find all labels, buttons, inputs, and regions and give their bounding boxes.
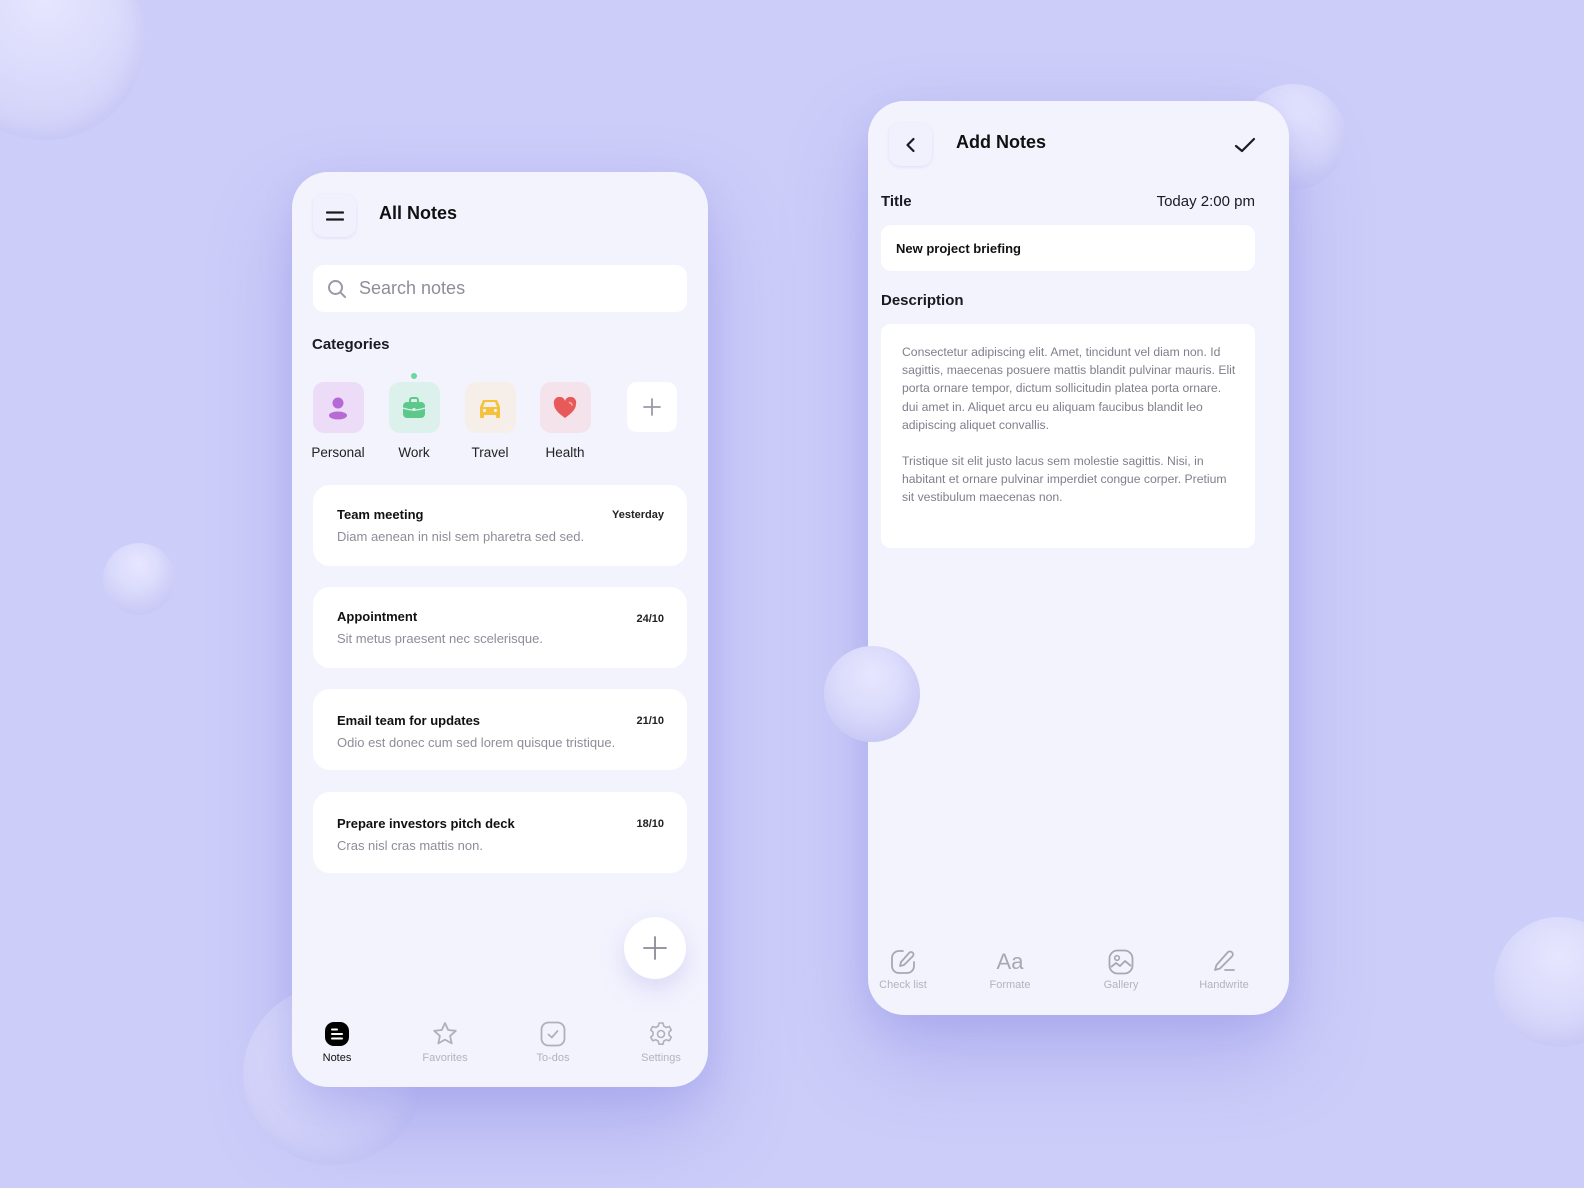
note-date: 24/10 bbox=[636, 613, 664, 625]
category-travel[interactable]: Travel bbox=[455, 382, 525, 460]
all-notes-screen: All Notes Categories Personal bbox=[292, 172, 708, 1087]
tool-format[interactable]: Aa Formate bbox=[965, 949, 1055, 991]
category-work[interactable]: Work bbox=[379, 373, 449, 460]
nav-settings[interactable]: Settings bbox=[616, 1021, 706, 1064]
plus-icon bbox=[643, 936, 667, 960]
note-card[interactable]: Email team for updates 21/10 Odio est do… bbox=[313, 689, 687, 770]
chevron-left-icon bbox=[905, 137, 915, 152]
title-input[interactable] bbox=[881, 225, 1255, 271]
briefcase-icon bbox=[402, 396, 426, 418]
tool-label: Gallery bbox=[1103, 979, 1139, 991]
person-icon bbox=[329, 397, 347, 419]
category-list: Personal Work Travel Health bbox=[311, 373, 692, 462]
page-title: Add Notes bbox=[956, 132, 1046, 152]
note-title: Appointment bbox=[337, 609, 418, 624]
decorative-sphere bbox=[824, 646, 920, 742]
nav-label: Notes bbox=[322, 1052, 352, 1064]
active-indicator-dot bbox=[411, 373, 417, 379]
tool-label: Formate bbox=[989, 979, 1031, 991]
tool-gallery[interactable]: Gallery bbox=[1076, 949, 1166, 991]
note-card[interactable]: Team meeting Yesterday Diam aenean in ni… bbox=[313, 485, 687, 566]
menu-icon bbox=[325, 210, 344, 221]
tool-label: Check list bbox=[879, 979, 927, 991]
note-card[interactable]: Prepare investors pitch deck 18/10 Cras … bbox=[313, 792, 687, 873]
nav-label: To-dos bbox=[536, 1052, 570, 1064]
decorative-sphere bbox=[1494, 917, 1584, 1047]
decorative-sphere bbox=[103, 543, 175, 615]
description-paragraph: Consectetur adipiscing elit. Amet, tinci… bbox=[902, 345, 1236, 432]
tool-checklist[interactable]: Check list bbox=[868, 949, 948, 991]
description-label: Description bbox=[881, 292, 964, 309]
heart-icon bbox=[553, 396, 577, 418]
nav-label: Favorites bbox=[422, 1052, 468, 1064]
page-title: All Notes bbox=[379, 203, 458, 223]
note-preview: Cras nisl cras mattis non. bbox=[337, 838, 483, 853]
search-input[interactable] bbox=[359, 278, 659, 299]
description-paragraph: Tristique sit elit justo lacus sem moles… bbox=[902, 454, 1227, 505]
image-icon bbox=[1108, 949, 1134, 975]
note-date: 18/10 bbox=[636, 818, 664, 830]
category-label: Personal bbox=[311, 445, 365, 460]
pen-icon bbox=[1214, 950, 1235, 971]
search-icon bbox=[328, 279, 346, 298]
category-label: Travel bbox=[471, 445, 509, 460]
search-bar[interactable] bbox=[313, 265, 687, 312]
nav-notes[interactable]: Notes bbox=[292, 1021, 382, 1064]
check-icon bbox=[1234, 137, 1256, 153]
plus-icon bbox=[643, 398, 661, 416]
title-label: Title bbox=[881, 193, 912, 210]
decorative-sphere bbox=[0, 0, 145, 140]
note-preview: Odio est donec cum sed lorem quisque tri… bbox=[337, 735, 616, 750]
tool-label: Handwrite bbox=[1199, 979, 1249, 991]
category-label: Health bbox=[545, 445, 585, 460]
gear-icon bbox=[649, 1022, 673, 1045]
note-date: 21/10 bbox=[636, 715, 664, 727]
category-personal[interactable]: Personal bbox=[303, 382, 373, 460]
new-note-button[interactable] bbox=[624, 917, 686, 979]
editor-toolbar: Check list Aa Formate Gallery Handwrite bbox=[868, 935, 1289, 1015]
category-label: Work bbox=[398, 445, 430, 460]
nav-label: Settings bbox=[641, 1052, 681, 1064]
note-timestamp: Today 2:00 pm bbox=[1156, 193, 1255, 210]
nav-todos[interactable]: To-dos bbox=[508, 1021, 598, 1064]
note-title: Prepare investors pitch deck bbox=[337, 816, 515, 831]
star-icon bbox=[433, 1022, 457, 1045]
text-format-icon: Aa bbox=[996, 949, 1024, 974]
nav-favorites[interactable]: Favorites bbox=[400, 1021, 490, 1064]
note-preview: Diam aenean in nisl sem pharetra sed sed… bbox=[337, 529, 585, 544]
car-icon bbox=[480, 399, 500, 418]
category-health[interactable]: Health bbox=[530, 382, 600, 460]
add-note-screen: Add Notes Title Today 2:00 pm Descriptio… bbox=[868, 101, 1289, 1015]
add-category-button[interactable] bbox=[627, 382, 677, 432]
back-button[interactable] bbox=[889, 123, 932, 166]
save-button[interactable] bbox=[1231, 133, 1259, 157]
menu-button[interactable] bbox=[313, 194, 356, 237]
edit-circle-icon bbox=[891, 950, 915, 974]
note-title: Team meeting bbox=[337, 507, 424, 522]
note-preview: Sit metus praesent nec scelerisque. bbox=[337, 631, 543, 646]
categories-heading: Categories bbox=[312, 336, 390, 353]
note-date: Yesterday bbox=[612, 509, 664, 521]
note-card[interactable]: Appointment 24/10 Sit metus praesent nec… bbox=[313, 587, 687, 668]
bottom-navigation: Notes Favorites To-dos Settings bbox=[292, 1007, 708, 1087]
notes-icon bbox=[325, 1022, 349, 1046]
description-textarea[interactable]: Consectetur adipiscing elit. Amet, tinci… bbox=[881, 324, 1255, 548]
checkbox-icon bbox=[540, 1021, 566, 1047]
tool-handwrite[interactable]: Handwrite bbox=[1179, 949, 1269, 991]
note-title: Email team for updates bbox=[337, 713, 481, 728]
